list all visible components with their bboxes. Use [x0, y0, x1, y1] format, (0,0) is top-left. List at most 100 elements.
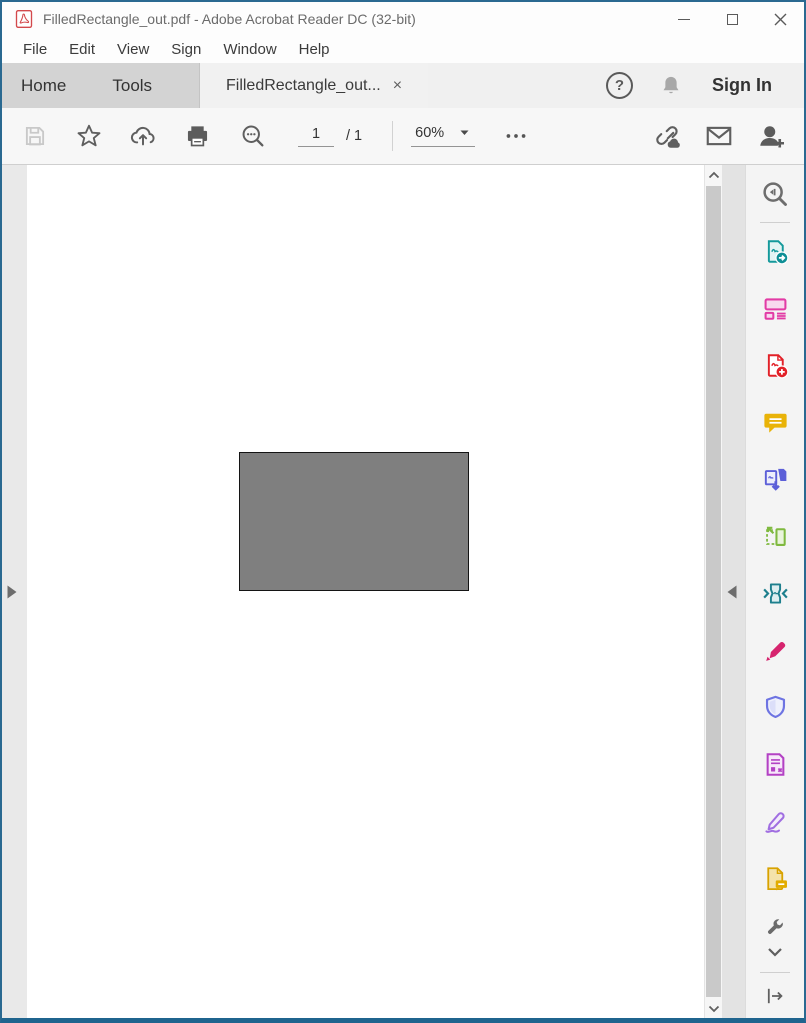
scrollbar-thumb[interactable] — [706, 186, 721, 997]
cloud-upload-icon — [129, 122, 157, 150]
wrench-icon — [764, 916, 786, 938]
title-bar: FilledRectangle_out.pdf - Adobe Acrobat … — [2, 2, 804, 36]
redact-icon — [761, 750, 790, 779]
export-pdf-icon — [761, 237, 790, 266]
menu-bar: File Edit View Sign Window Help — [2, 36, 804, 63]
share-link-button[interactable] — [652, 121, 682, 151]
minimize-button[interactable] — [660, 2, 708, 36]
toolbar: 1 / 1 60% — [2, 108, 804, 165]
scroll-up-button[interactable] — [705, 165, 722, 184]
panel-divider — [760, 222, 790, 223]
chevron-down-icon — [460, 130, 469, 136]
create-pdf-button[interactable] — [760, 350, 790, 380]
send-email-button[interactable] — [704, 121, 734, 151]
document-page — [27, 165, 704, 1018]
menu-edit[interactable]: Edit — [58, 41, 106, 58]
edit-pdf-icon — [761, 294, 790, 323]
organize-pages-icon — [761, 522, 790, 551]
scrollbar-track[interactable] — [705, 184, 722, 999]
share-link-cloud-icon — [652, 121, 682, 151]
compress-pdf-button[interactable] — [760, 578, 790, 608]
tab-document-label: FilledRectangle_out... — [226, 77, 381, 95]
protect-shield-icon — [761, 693, 790, 722]
star-icon — [75, 122, 103, 150]
panel-divider — [760, 972, 790, 973]
printer-icon — [184, 123, 211, 150]
chevron-down-icon — [708, 1005, 720, 1013]
maximize-icon — [727, 14, 738, 25]
favorite-button[interactable] — [74, 121, 104, 151]
organize-pages-button[interactable] — [760, 521, 790, 551]
toolbar-right-group — [652, 121, 786, 151]
page-number-input[interactable]: 1 — [298, 126, 334, 147]
nav-pane-strip — [2, 165, 27, 1018]
expand-left-pane-button[interactable] — [7, 585, 21, 601]
acrobat-app-icon — [14, 9, 34, 29]
save-to-cloud-button[interactable] — [128, 121, 158, 151]
toolbar-divider — [392, 121, 393, 151]
signature-pen-icon — [761, 807, 790, 836]
comment-button[interactable] — [760, 407, 790, 437]
search-icon — [239, 122, 267, 150]
send-for-comments-icon — [761, 864, 790, 893]
window-title: FilledRectangle_out.pdf - Adobe Acrobat … — [43, 11, 416, 27]
close-icon — [774, 13, 787, 26]
tools-panel — [745, 165, 804, 1018]
chevron-down-icon — [766, 946, 784, 958]
add-profile-button[interactable] — [756, 121, 786, 151]
tab-close-icon[interactable]: × — [393, 78, 402, 94]
protect-pdf-button[interactable] — [760, 692, 790, 722]
export-pdf-button[interactable] — [760, 236, 790, 266]
collapse-right-pane-button[interactable] — [727, 585, 741, 601]
edit-pdf-button[interactable] — [760, 293, 790, 323]
vertical-scrollbar[interactable] — [704, 165, 722, 1018]
zoom-level-dropdown[interactable]: 60% — [411, 125, 475, 147]
zoom-level-value: 60% — [415, 125, 444, 141]
triangle-right-icon — [7, 585, 17, 599]
person-add-icon — [756, 121, 786, 151]
filled-rectangle-shape — [239, 452, 469, 591]
more-tools-button[interactable] — [763, 915, 787, 939]
sign-in-button[interactable]: Sign In — [712, 75, 772, 96]
tab-tools[interactable]: Tools — [95, 63, 169, 108]
menu-view[interactable]: View — [106, 41, 160, 58]
window-controls — [660, 2, 804, 36]
tab-bar: Home Tools FilledRectangle_out... × ? Si… — [2, 63, 804, 108]
menu-sign[interactable]: Sign — [160, 41, 212, 58]
expand-pane-icon — [763, 984, 787, 1008]
tab-bar-right: ? Sign In — [428, 63, 804, 108]
envelope-icon — [704, 121, 734, 151]
find-button[interactable] — [238, 121, 268, 151]
combine-files-icon — [761, 465, 790, 494]
more-options-icon — [503, 123, 529, 149]
fill-and-sign-button[interactable] — [760, 635, 790, 665]
search-tool-button[interactable] — [760, 179, 790, 209]
expand-tools-pane-button[interactable] — [761, 982, 789, 1010]
scroll-down-button[interactable] — [705, 999, 722, 1018]
redact-button[interactable] — [760, 749, 790, 779]
send-for-comments-button[interactable] — [760, 863, 790, 893]
menu-file[interactable]: File — [12, 41, 58, 58]
request-signatures-button[interactable] — [760, 806, 790, 836]
menu-help[interactable]: Help — [288, 41, 341, 58]
create-pdf-icon — [761, 351, 790, 380]
acrobat-reader-window: FilledRectangle_out.pdf - Adobe Acrobat … — [0, 0, 806, 1023]
more-tools-expander[interactable] — [763, 940, 787, 964]
more-options-button[interactable] — [501, 121, 531, 151]
minimize-icon — [678, 19, 690, 20]
page-count-label: / 1 — [346, 128, 362, 144]
chevron-up-icon — [708, 171, 720, 179]
save-button[interactable] — [20, 121, 50, 151]
combine-files-button[interactable] — [760, 464, 790, 494]
notifications-bell-icon[interactable] — [658, 73, 684, 99]
tab-document[interactable]: FilledRectangle_out... × — [199, 63, 428, 108]
help-icon[interactable]: ? — [606, 72, 633, 99]
maximize-button[interactable] — [708, 2, 756, 36]
print-button[interactable] — [182, 121, 212, 151]
close-button[interactable] — [756, 2, 804, 36]
save-icon — [22, 123, 48, 149]
main-area — [2, 165, 804, 1018]
tab-home[interactable]: Home — [4, 63, 83, 108]
menu-window[interactable]: Window — [212, 41, 287, 58]
comment-icon — [761, 408, 790, 437]
